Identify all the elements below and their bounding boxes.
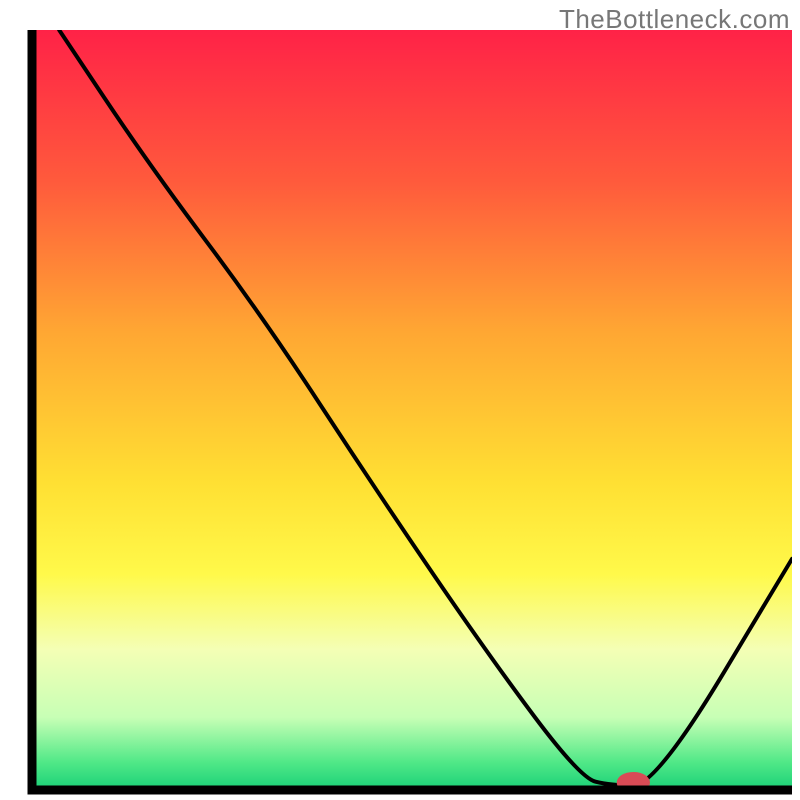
gradient-background [37, 30, 793, 786]
chart-frame: TheBottleneck.com [0, 0, 800, 800]
bottleneck-chart [0, 0, 800, 800]
watermark-text: TheBottleneck.com [559, 4, 790, 35]
